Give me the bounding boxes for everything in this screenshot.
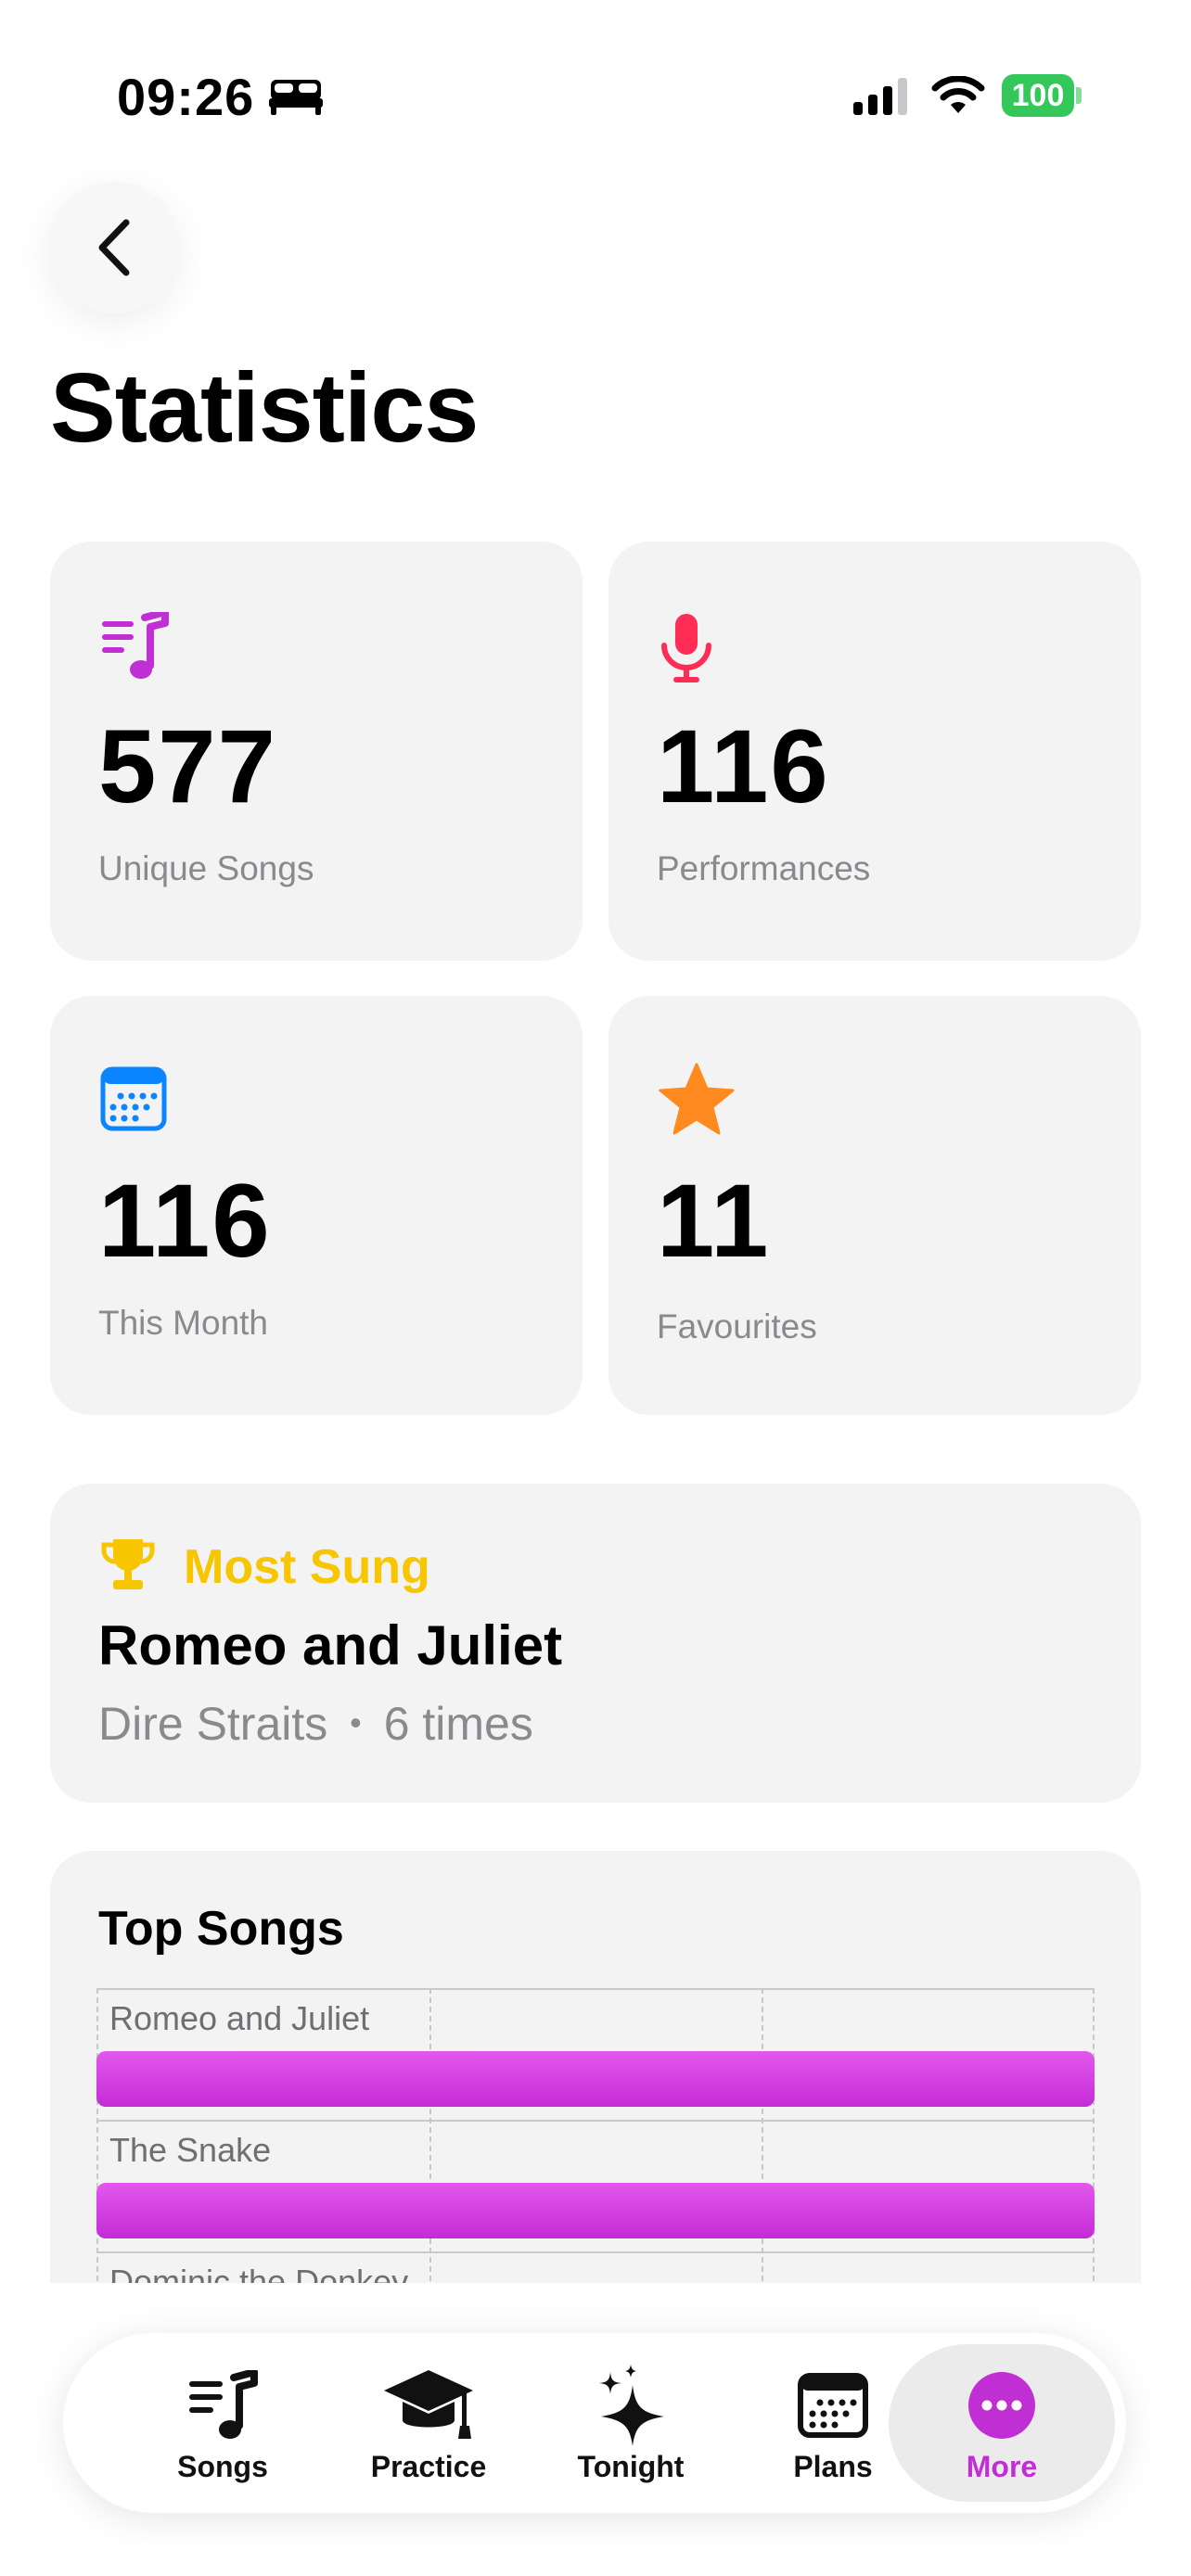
most-sung-artist: Dire Straits	[98, 1698, 328, 1750]
tab-practice[interactable]: Practice	[328, 2344, 529, 2502]
stat-card-this-month: 116 This Month	[50, 996, 583, 1415]
bar[interactable]	[96, 2183, 1095, 2238]
wifi-icon	[931, 76, 985, 113]
ellipsis-circle-icon	[968, 2372, 1035, 2439]
stat-value: 116	[657, 708, 830, 824]
bed-icon	[269, 80, 323, 115]
graduation-cap-icon	[384, 2370, 473, 2439]
tab-label: More	[966, 2450, 1038, 2483]
back-button[interactable]	[48, 182, 180, 313]
sparkles-icon	[599, 2365, 664, 2446]
stat-label: Unique Songs	[98, 849, 314, 887]
status-time: 09:26	[117, 68, 255, 126]
stat-value: 11	[657, 1163, 771, 1279]
stat-value: 116	[98, 1163, 272, 1279]
bar-label: Romeo and Juliet	[109, 1999, 370, 2037]
microphone-icon	[661, 614, 711, 682]
stat-card-performances: 116 Performances	[608, 542, 1141, 961]
chevron-left-icon	[98, 219, 130, 276]
tab-label: Songs	[177, 2450, 268, 2483]
top-songs-title: Top Songs	[98, 1902, 344, 1956]
page-title: Statistics	[50, 353, 479, 463]
most-sung-label: Most Sung	[184, 1540, 430, 1594]
battery-icon: 100	[1002, 74, 1082, 117]
battery-level: 100	[1002, 74, 1074, 117]
stat-value: 577	[98, 708, 277, 824]
grid-line-horizontal	[96, 2251, 1095, 2253]
music-note-list-icon	[189, 2370, 258, 2439]
trophy-icon	[101, 1539, 155, 1589]
cellular-signal-icon	[853, 78, 907, 115]
calendar-icon	[100, 1066, 167, 1131]
stat-card-unique-songs: 577 Unique Songs	[50, 542, 583, 961]
tab-label: Practice	[370, 2450, 487, 2483]
star-icon	[659, 1063, 735, 1135]
most-sung-song-title: Romeo and Juliet	[98, 1614, 563, 1677]
bar[interactable]	[96, 2051, 1095, 2107]
tab-tonight[interactable]: Tonight	[531, 2344, 731, 2502]
grid-line-horizontal	[96, 2120, 1095, 2122]
stat-label: Favourites	[657, 1307, 817, 1345]
most-sung-card[interactable]: Most Sung Romeo and Juliet Dire Straits …	[50, 1484, 1141, 1803]
stat-label: Performances	[657, 849, 871, 887]
separator-dot: •	[350, 1703, 362, 1741]
calendar-icon	[798, 2373, 868, 2438]
bar-label: The Snake	[109, 2131, 272, 2169]
stat-card-favourites: 11 Favourites	[608, 996, 1141, 1415]
tab-label: Plans	[793, 2450, 873, 2483]
statistics-screen: 09:26 100 Statistics 577 Unique Songs 11…	[0, 0, 1191, 2576]
stat-label: This Month	[98, 1304, 269, 1342]
grid-line-horizontal	[96, 1988, 1095, 1990]
tab-label: Tonight	[577, 2450, 685, 2483]
music-list-icon	[102, 612, 169, 679]
tab-bar: Songs Practice Tonight Plans More	[63, 2333, 1126, 2513]
tab-songs[interactable]: Songs	[122, 2344, 323, 2502]
most-sung-subtitle: Dire Straits • 6 times	[98, 1697, 533, 1751]
most-sung-count: 6 times	[383, 1698, 533, 1750]
tab-more[interactable]: More	[889, 2344, 1115, 2502]
